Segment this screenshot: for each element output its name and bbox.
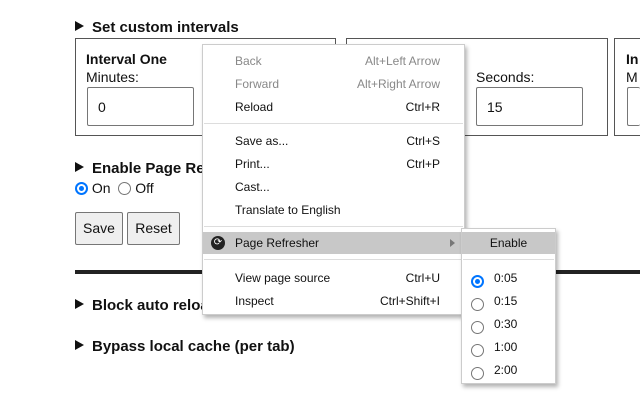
menu-item-view-source[interactable]: View page source Ctrl+U <box>203 267 464 289</box>
disclosure-triangle-icon <box>75 162 84 172</box>
disclosure-triangle-icon <box>75 340 84 350</box>
section-title: Bypass local cache (per tab) <box>92 338 295 355</box>
radio-selected <box>471 275 484 288</box>
save-button[interactable]: Save <box>75 212 123 245</box>
minutes-label: M <box>626 69 638 85</box>
menu-item-back[interactable]: Back Alt+Left Arrow <box>203 50 464 72</box>
menu-separator <box>204 123 463 124</box>
menu-item-forward[interactable]: Forward Alt+Right Arrow <box>203 73 464 95</box>
interval-option[interactable]: 0:15 <box>462 290 555 312</box>
refresh-icon: ⟳ <box>211 236 225 250</box>
radio <box>471 344 484 357</box>
seconds-input[interactable]: 15 <box>476 87 583 126</box>
interval-option[interactable]: 0:30 <box>462 313 555 335</box>
menu-separator <box>204 259 463 260</box>
menu-separator <box>463 259 554 260</box>
interval-title: Interval One <box>86 51 167 67</box>
radio-off[interactable] <box>118 182 132 195</box>
minutes-input[interactable] <box>627 87 640 126</box>
section-title: Block auto reload <box>92 297 218 314</box>
submenu-enable[interactable]: Enable <box>462 232 555 254</box>
disclosure-triangle-icon <box>75 299 84 309</box>
menu-separator <box>204 226 463 227</box>
section-set-custom-intervals[interactable]: Set custom intervals <box>75 19 239 36</box>
menu-item-inspect[interactable]: Inspect Ctrl+Shift+I <box>203 290 464 312</box>
radio <box>471 298 484 311</box>
menu-item-reload[interactable]: Reload Ctrl+R <box>203 96 464 118</box>
minutes-label: Minutes: <box>86 69 139 85</box>
disclosure-triangle-icon <box>75 21 84 31</box>
section-title: Set custom intervals <box>92 19 239 36</box>
section-block-auto-reload[interactable]: Block auto reload <box>75 297 218 314</box>
menu-item-translate[interactable]: Translate to English <box>203 199 464 221</box>
interval-option[interactable]: 0:05 <box>462 267 555 289</box>
interval-option[interactable]: 1:00 <box>462 336 555 358</box>
minutes-input[interactable]: 0 <box>87 87 194 126</box>
submenu-arrow-icon <box>450 239 455 247</box>
interval-option[interactable]: 2:00 <box>462 359 555 381</box>
radio-on-label: On <box>91 180 111 196</box>
seconds-label: Seconds: <box>476 69 535 85</box>
radio-on[interactable] <box>75 182 88 195</box>
radio <box>471 367 484 380</box>
radio <box>471 321 484 334</box>
menu-item-save-as[interactable]: Save as... Ctrl+S <box>203 130 464 152</box>
section-bypass-cache[interactable]: Bypass local cache (per tab) <box>75 338 295 355</box>
interval-title: In <box>626 51 639 67</box>
page-refresher-submenu: Enable 0:05 0:15 0:30 1:00 2:00 <box>461 228 556 384</box>
interval-three-box: In M <box>614 38 640 136</box>
menu-item-print[interactable]: Print... Ctrl+P <box>203 153 464 175</box>
menu-item-page-refresher[interactable]: ⟳ Page Refresher <box>203 232 464 254</box>
enable-radio-group: On Off <box>75 180 154 196</box>
menu-item-cast[interactable]: Cast... <box>203 176 464 198</box>
context-menu: Back Alt+Left Arrow Forward Alt+Right Arro… <box>202 44 465 315</box>
radio-off-label: Off <box>135 180 154 196</box>
reset-button[interactable]: Reset <box>127 212 180 245</box>
